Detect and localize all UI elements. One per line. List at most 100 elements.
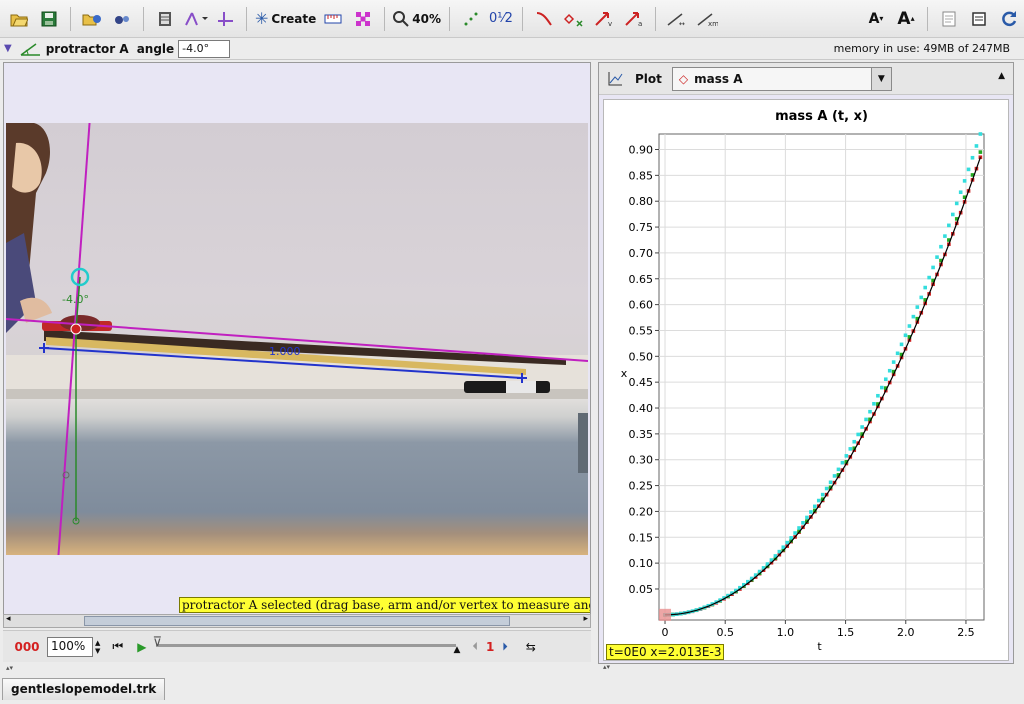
data-point xyxy=(801,520,805,525)
data-point xyxy=(828,480,833,485)
chart-svg[interactable]: mass A (t, x) t x 0.05 0.10 0.15 0.20 0.25 0.30 0… xyxy=(604,100,1008,660)
reset-icon[interactable]: ⏮ xyxy=(112,639,123,654)
step-back-icon[interactable]: ⏴ xyxy=(472,640,478,654)
data-point xyxy=(868,409,872,414)
data-point xyxy=(856,432,860,437)
slider-track xyxy=(156,643,457,647)
scroll-left-icon[interactable]: ◂ xyxy=(6,614,11,624)
panel-collapse-icon[interactable]: ▴▾ xyxy=(6,664,13,672)
loop-icon[interactable]: ⇆ xyxy=(526,640,536,654)
memory-status: memory in use: 49MB of 247MB xyxy=(833,42,1010,55)
collapse-up-icon[interactable]: ▲ xyxy=(998,71,1005,81)
x-tick-label: 0.5 xyxy=(716,626,734,639)
data-point xyxy=(872,401,876,406)
menu-triangle-icon[interactable]: ▼ xyxy=(4,43,12,54)
font-smaller-icon[interactable]: A ▾ xyxy=(863,4,889,34)
data-point xyxy=(958,190,963,195)
play-icon[interactable]: ▶ xyxy=(137,640,146,654)
slider-thumb[interactable]: ⊽ xyxy=(152,635,162,650)
velocity-icon[interactable]: v xyxy=(591,4,617,34)
person-hand xyxy=(20,297,52,323)
svg-text:↔: ↔ xyxy=(679,20,685,27)
rate-spinner-icon[interactable]: ▲ ▼ xyxy=(95,639,100,655)
notes-icon[interactable] xyxy=(936,4,962,34)
frame-slider[interactable]: ⊽ ▲ xyxy=(152,635,460,659)
data-point xyxy=(820,492,825,497)
status-message: protractor A selected (drag base, arm an… xyxy=(179,597,590,613)
create-track-button[interactable]: ✳ Create xyxy=(255,4,316,34)
y-tick-label: 0.70 xyxy=(629,247,654,260)
video-panel[interactable]: -4.0° 1.000 protractor A selected (drag … xyxy=(3,62,591,622)
acceleration-icon[interactable]: a xyxy=(621,4,647,34)
data-point xyxy=(974,144,979,148)
y-tick-label: 0.55 xyxy=(629,324,654,337)
video-frame[interactable]: -4.0° 1.000 xyxy=(6,123,588,555)
create-track-icon: ✳ xyxy=(255,9,269,28)
slider-end-marker[interactable]: ▲ xyxy=(454,645,461,655)
video-horizontal-scrollbar[interactable]: ◂ ▸ xyxy=(3,614,591,628)
open-video-icon[interactable] xyxy=(79,4,105,34)
refresh-icon[interactable] xyxy=(996,4,1022,34)
data-point xyxy=(813,504,817,509)
track-property-bar: ▼ protractor A angle -4.0° memory in use… xyxy=(0,38,1024,60)
font-larger-icon[interactable]: A ▴ xyxy=(893,4,919,34)
file-tab[interactable]: gentleslopemodel.trk xyxy=(2,678,166,700)
data-point xyxy=(947,223,951,228)
plot-collapse-icon[interactable]: ▴▾ xyxy=(603,663,610,671)
rate-field[interactable]: 100% xyxy=(47,636,93,657)
track-name[interactable]: protractor A xyxy=(46,42,129,56)
step-forward-icon[interactable]: ⏵ xyxy=(502,640,508,654)
toolbar-separator xyxy=(654,6,656,31)
ruler-icon[interactable] xyxy=(320,4,346,34)
y-tick-label: 0.65 xyxy=(629,273,654,286)
toolbar-separator xyxy=(448,6,450,31)
y-tick-label: 0.25 xyxy=(629,480,654,493)
mass-track-icon[interactable]: xm xyxy=(694,4,720,34)
main-toolbar: ✳ Create 40% 0¹⁄2 v a ↔ xm A ▾ A ▴ xyxy=(0,0,1024,38)
data-point xyxy=(844,454,849,458)
save-icon[interactable] xyxy=(36,4,62,34)
data-point xyxy=(848,447,853,451)
svg-text:xm: xm xyxy=(708,20,718,27)
plot-button[interactable]: Plot xyxy=(635,72,662,86)
data-point xyxy=(880,385,884,390)
frame-counter[interactable]: 000 xyxy=(7,640,47,654)
data-point xyxy=(883,377,888,382)
mark-icon[interactable] xyxy=(561,4,587,34)
step-size[interactable]: 1 xyxy=(486,640,494,654)
properties-icon[interactable] xyxy=(966,4,992,34)
y-axis-label: x xyxy=(621,367,628,380)
chevron-down-icon[interactable]: ▼ xyxy=(870,67,891,90)
coordinate-axes-icon[interactable] xyxy=(182,4,208,34)
tape-measure-icon[interactable]: ↔ xyxy=(664,4,690,34)
chart-title: mass A (t, x) xyxy=(775,109,868,124)
scroll-right-icon[interactable]: ▸ xyxy=(583,614,588,624)
data-point xyxy=(915,305,920,309)
zoom-button[interactable]: 40% xyxy=(393,4,441,34)
plot-area[interactable]: mass A (t, x) t x 0.05 0.10 0.15 0.20 0.25 0.30 0… xyxy=(603,99,1009,661)
track-select[interactable]: ◇ mass A ▼ xyxy=(671,66,892,91)
data-point xyxy=(907,324,912,328)
data-point xyxy=(864,417,868,422)
scroll-thumb[interactable] xyxy=(84,616,510,626)
data-point xyxy=(903,333,908,338)
path-icon[interactable] xyxy=(531,4,557,34)
clip-settings-icon[interactable] xyxy=(152,4,178,34)
color-grid-icon[interactable] xyxy=(350,4,376,34)
y-tick-label: 0.75 xyxy=(629,221,654,234)
angle-field[interactable]: -4.0° xyxy=(178,39,231,58)
coordinate-readout: t=0E0 x=2.013E-3 xyxy=(606,644,725,660)
track-points-icon[interactable] xyxy=(458,4,484,34)
open-icon[interactable] xyxy=(6,4,32,34)
data-point xyxy=(840,460,845,465)
calibration-tools-icon[interactable] xyxy=(212,4,238,34)
data-point xyxy=(978,150,983,154)
data-point xyxy=(789,536,793,540)
video-player-bar: 000 100% ▲ ▼ ⏮ ▶ ⊽ ▲ ⏴ 1 ⏵ ⇆ xyxy=(3,630,591,662)
step-counter-icon[interactable]: 0¹⁄2 xyxy=(488,4,514,34)
protractor-vertex[interactable] xyxy=(70,323,82,335)
data-point xyxy=(939,244,943,249)
cabinet-handle xyxy=(578,413,588,473)
trails-icon[interactable] xyxy=(109,4,135,34)
toolbar-separator xyxy=(927,6,928,31)
